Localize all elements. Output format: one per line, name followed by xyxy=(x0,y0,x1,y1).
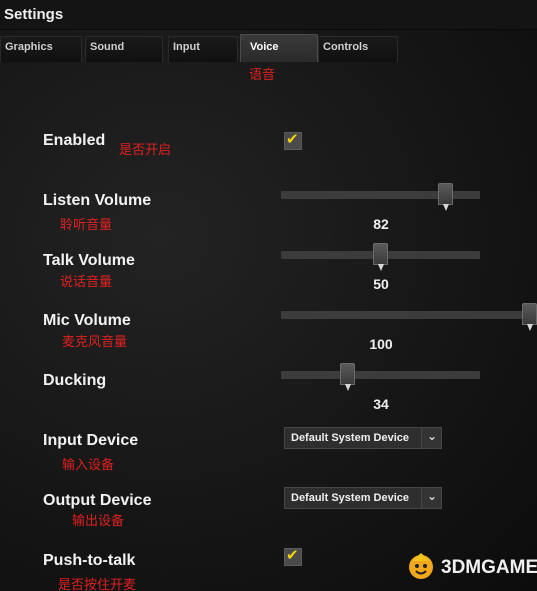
setting-talk-volume: Talk Volume 说话音量 50 xyxy=(0,243,537,295)
input-device-annotation: 输入设备 xyxy=(62,457,115,472)
tab-controls[interactable]: Controls xyxy=(318,36,398,62)
talk-volume-annotation: 说话音量 xyxy=(60,274,113,289)
enabled-annotation: 是否开启 xyxy=(119,142,172,157)
enabled-label: Enabled xyxy=(43,132,106,149)
listen-volume-label: Listen Volume xyxy=(43,192,152,209)
setting-enabled: Enabled 是否开启 ✔ xyxy=(0,130,537,160)
input-device-dropdown[interactable]: Default System Device ⌄ xyxy=(284,427,442,449)
check-icon: ✔ xyxy=(286,130,299,148)
output-device-annotation: 输出设备 xyxy=(72,513,125,528)
ducking-slider-handle[interactable] xyxy=(340,363,355,391)
ducking-label: Ducking xyxy=(43,372,107,389)
mic-volume-slider[interactable] xyxy=(281,303,537,331)
mic-volume-slider-handle[interactable] xyxy=(522,303,537,331)
enabled-checkbox[interactable]: ✔ xyxy=(284,130,302,150)
input-device-selected: Default System Device xyxy=(291,432,409,444)
output-device-selected: Default System Device xyxy=(291,492,409,504)
tab-sound[interactable]: Sound xyxy=(85,36,163,62)
input-device-label: Input Device xyxy=(43,432,139,449)
talk-volume-slider-handle[interactable] xyxy=(373,243,388,271)
push-to-talk-checkbox[interactable]: ✔ xyxy=(284,546,302,566)
mic-volume-value: 100 xyxy=(369,336,393,352)
check-icon: ✔ xyxy=(286,546,299,564)
setting-listen-volume: Listen Volume 聆听音量 82 xyxy=(0,183,537,235)
setting-mic-volume: Mic Volume 麦克风音量 100 xyxy=(0,303,537,355)
window-title: Settings xyxy=(4,6,64,23)
setting-input-device: Input Device 输入设备 Default System Device … xyxy=(0,427,537,475)
tab-voice[interactable]: Voice xyxy=(240,34,318,62)
chevron-down-icon: ⌄ xyxy=(427,489,438,503)
push-to-talk-label: Push-to-talk xyxy=(43,552,136,569)
watermark-logo-icon xyxy=(409,553,433,579)
listen-volume-value: 82 xyxy=(373,216,389,232)
output-device-dropdown[interactable]: Default System Device ⌄ xyxy=(284,487,442,509)
mic-volume-label: Mic Volume xyxy=(43,312,131,329)
setting-output-device: Output Device 输出设备 Default System Device… xyxy=(0,487,537,535)
talk-volume-slider[interactable] xyxy=(281,243,480,271)
output-device-dropdown-button[interactable]: ⌄ xyxy=(421,488,441,508)
setting-ducking: Ducking 34 xyxy=(0,363,537,415)
chevron-down-icon: ⌄ xyxy=(427,429,438,443)
listen-volume-annotation: 聆听音量 xyxy=(60,217,113,232)
ducking-slider[interactable] xyxy=(281,363,480,391)
voice-tab-annotation: 语音 xyxy=(249,67,276,82)
talk-volume-value: 50 xyxy=(373,276,389,292)
watermark-text: 3DMGAME xyxy=(441,557,537,578)
tab-input[interactable]: Input xyxy=(168,36,238,62)
tab-bar: Graphics Sound Input Voice Controls xyxy=(0,34,537,62)
talk-volume-label: Talk Volume xyxy=(43,252,135,269)
mic-volume-annotation: 麦克风音量 xyxy=(62,334,128,349)
output-device-label: Output Device xyxy=(43,492,152,509)
ducking-value: 34 xyxy=(373,396,389,412)
push-to-talk-annotation: 是否按住开麦 xyxy=(58,577,137,591)
title-bar: Settings xyxy=(0,0,537,30)
listen-volume-slider-handle[interactable] xyxy=(438,183,453,211)
watermark: 3DMGAME xyxy=(405,551,537,583)
listen-volume-slider[interactable] xyxy=(281,183,480,211)
tab-graphics[interactable]: Graphics xyxy=(0,36,82,62)
input-device-dropdown-button[interactable]: ⌄ xyxy=(421,428,441,448)
